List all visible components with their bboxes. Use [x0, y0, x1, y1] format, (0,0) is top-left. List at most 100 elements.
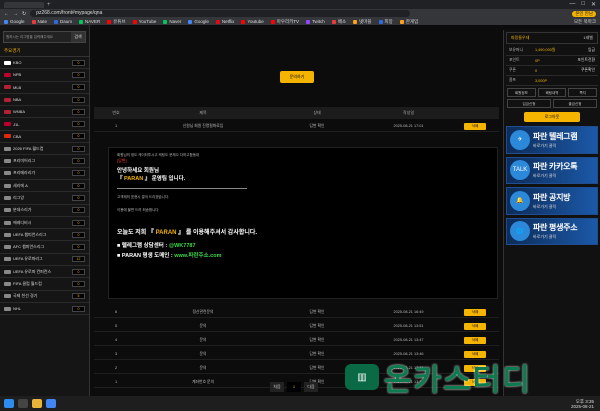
banner-sub: 바로가기 클릭 [533, 173, 557, 179]
league-item[interactable]: 국제 친선 경기 5 [0, 291, 89, 303]
bookmark-item[interactable]: Nate [31, 19, 47, 24]
write-inquiry-button[interactable]: 문의하기 [280, 71, 314, 83]
message-button[interactable]: 쪽지 [568, 88, 598, 97]
league-item[interactable]: 에레디비시 0 [0, 217, 89, 230]
browser-tab[interactable] [4, 1, 44, 8]
bookmark-item[interactable]: 피망 [378, 19, 393, 25]
forward-icon[interactable]: → [13, 11, 18, 17]
row-date: 2025-08-21 13:47 [393, 338, 424, 342]
bookmark-item[interactable]: NAVER [79, 19, 100, 24]
league-item[interactable]: NBA 0 [0, 94, 89, 107]
close-icon[interactable]: ✕ [591, 1, 596, 8]
league-item[interactable]: CBA 0 [0, 131, 89, 144]
league-item[interactable]: 프리미어리그 0 [0, 155, 89, 168]
league-item[interactable]: AFC 챔피언스리그 0 [0, 241, 89, 254]
member-info-button[interactable]: 회원정보 [507, 88, 536, 97]
flag-icon [4, 60, 11, 65]
league-name: 리그앙 [13, 194, 25, 200]
account-action[interactable]: 쿠폰확인 [581, 68, 595, 73]
bookmark-item[interactable]: 넷마블 [353, 19, 372, 25]
league-item[interactable]: UEFA 유로파 컨퍼런스 0 [0, 266, 89, 279]
bookmark-item[interactable]: Youtube [241, 19, 264, 24]
bookmark-item[interactable]: Google [188, 19, 209, 24]
league-item[interactable]: 세리에 A 0 [0, 180, 89, 193]
bookmark-item[interactable]: Netflix [215, 19, 234, 24]
league-item[interactable]: 분데스리가 0 [0, 205, 89, 217]
row-title[interactable]: 문의 [138, 352, 268, 357]
league-item[interactable]: 2026 FIFA 월드컵 0 [0, 143, 89, 156]
league-search-input[interactable]: 원하시는 리그명을 입력해주세요 [4, 32, 71, 42]
search-icon[interactable] [18, 399, 28, 408]
bookmark-item[interactable]: 유튜브 [107, 19, 126, 25]
chrome-icon[interactable] [46, 399, 56, 408]
promo-banner[interactable]: 🌐 파란 평생주소 바로가기 클릭 [506, 217, 598, 245]
back-icon[interactable]: ← [4, 11, 9, 17]
page-1[interactable]: 1 [287, 382, 301, 392]
league-search-button[interactable]: 검색 [71, 32, 85, 42]
bookmark-item[interactable]: 마우리키TV [270, 19, 299, 25]
maximize-icon[interactable]: □ [581, 1, 585, 8]
delete-button[interactable]: 삭제 [464, 336, 486, 344]
delete-button[interactable]: 삭제 [464, 308, 486, 316]
deposit-button[interactable]: 입금신청 [507, 99, 551, 108]
minimize-icon[interactable]: — [569, 1, 575, 8]
bookmark-item[interactable]: Google [4, 19, 25, 24]
bet-history-button[interactable]: 베팅내역 [537, 88, 567, 97]
banner-title: 파란 공지방 [533, 192, 571, 202]
row-title[interactable]: 신원님 회원 진명필화료입 [138, 124, 268, 129]
table-row[interactable]: 5 문의 답변 확인 2025-08-21 13:51 삭제 [94, 321, 499, 332]
table-row[interactable]: 6 정산관련문의 답변 확인 2025-08-21 16:49 삭제 [94, 307, 499, 318]
bookmark-item[interactable]: 배소 [331, 19, 346, 25]
delete-button[interactable]: 삭제 [464, 122, 486, 130]
row-title[interactable]: 정산관련문의 [138, 310, 268, 315]
row-status: 답변 확인 [309, 309, 325, 314]
all-bookmarks[interactable]: 모든 북마크 [574, 19, 600, 25]
reload-icon[interactable]: ↻ [22, 11, 26, 17]
league-item[interactable]: KBO 0 [0, 57, 89, 70]
league-count: 0 [72, 280, 85, 287]
bookmark-item[interactable]: YouTube [132, 19, 156, 24]
bookmark-item[interactable]: Daum [54, 19, 72, 24]
flag-icon [4, 281, 11, 286]
row-title[interactable]: 계좌번호 문의 [138, 380, 268, 385]
league-item[interactable]: FIFA 클럽 월드컵 0 [0, 278, 89, 291]
account-action[interactable]: 포인트전환 [578, 58, 595, 63]
table-row[interactable]: 1 신원님 회원 진명필화료입 답변 확인 2025-08-21 17:01 삭… [94, 121, 499, 132]
folder-icon[interactable] [32, 399, 42, 408]
league-item[interactable]: J1L 0 [0, 118, 89, 131]
row-title[interactable]: 문의 [138, 366, 268, 371]
league-item[interactable]: NPB 0 [0, 69, 89, 82]
bookmark-icon [399, 19, 404, 24]
withdraw-button[interactable]: 출금신청 [553, 99, 597, 108]
new-tab-icon[interactable]: + [47, 2, 51, 8]
promo-banner[interactable]: ✈ 파란 텔레그램 바로가기 클릭 [506, 126, 598, 154]
promo-banner[interactable]: TALK 파란 카카오톡 바로가기 클릭 [506, 156, 598, 184]
account-action[interactable]: 입금 [588, 48, 595, 53]
delete-button[interactable]: 삭제 [464, 322, 486, 330]
table-row[interactable]: 4 문의 답변 확인 2025-08-21 13:47 삭제 [94, 335, 499, 346]
league-item[interactable]: WNBA 0 [0, 106, 89, 119]
row-title[interactable]: 문의 [138, 324, 268, 329]
promo-banner[interactable]: 🔔 파란 공지방 바로가기 클릭 [506, 187, 598, 215]
bookmark-item[interactable]: Naver [163, 19, 181, 24]
bookmark-item[interactable]: Twitch [306, 19, 325, 24]
flag-icon [4, 171, 11, 176]
league-item[interactable]: UEFA 유로파리그 12 [0, 254, 89, 267]
url-input[interactable]: pz268.com/front#mypage/qna [30, 10, 411, 17]
league-item[interactable]: 프리메라리가 0 [0, 168, 89, 180]
bookmark-item[interactable]: 한게임 [399, 19, 418, 25]
page-next[interactable]: 다음 [304, 382, 318, 392]
page-first[interactable]: 처음 [270, 382, 284, 392]
league-item[interactable]: 리그앙 0 [0, 192, 89, 205]
league-item[interactable]: UEFA 챔피언스리그 0 [0, 229, 89, 242]
banner-text: 파란 공지방 바로가기 클릭 [533, 192, 571, 210]
banner-sub: 바로가기 클릭 [533, 203, 557, 209]
row-title[interactable]: 문의 [138, 338, 268, 343]
league-item[interactable]: NHL 0 [0, 303, 89, 316]
league-count: 0 [72, 71, 85, 78]
windows-start-icon[interactable] [4, 399, 14, 408]
profile-button[interactable]: 본인 만남 [572, 10, 596, 17]
address-bar-row: ← → ↻ pz268.com/front#mypage/qna 본인 만남 [0, 9, 600, 18]
league-item[interactable]: MLB 0 [0, 82, 89, 94]
logout-button[interactable]: 로그아웃 [524, 112, 580, 122]
